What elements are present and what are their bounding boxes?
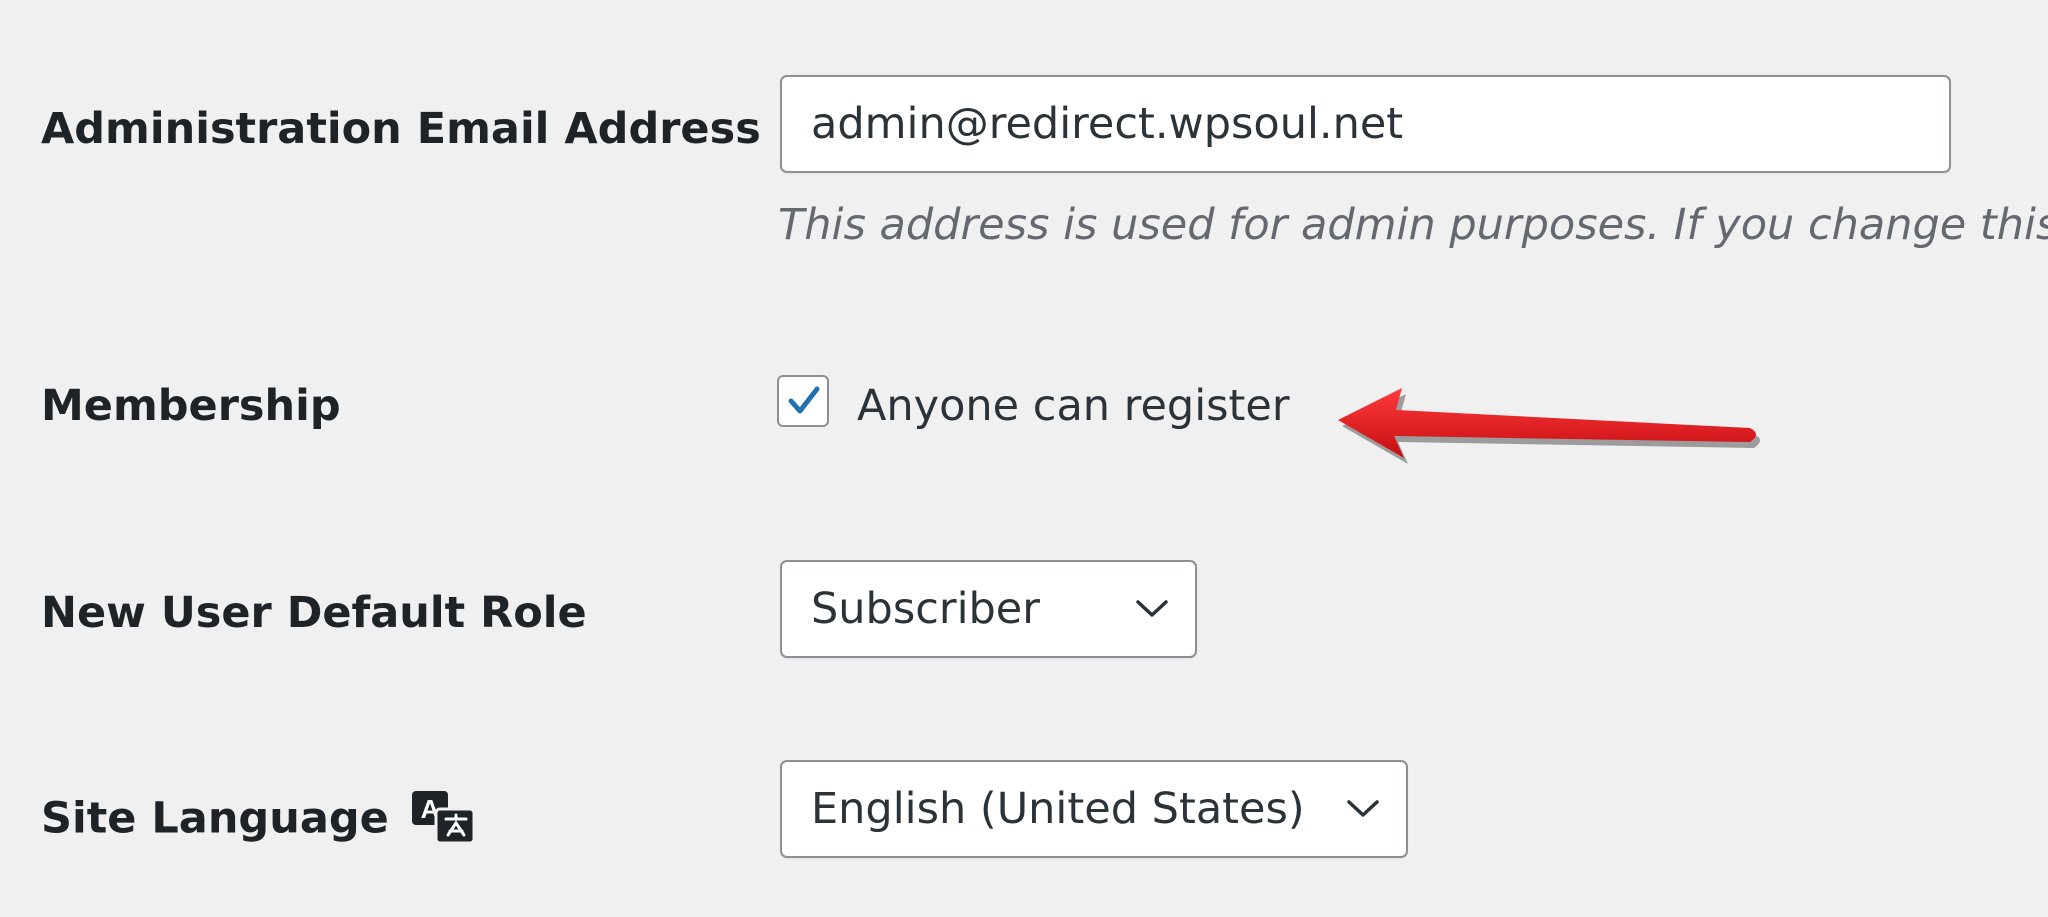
default-role-value: Subscriber	[811, 584, 1040, 634]
anyone-can-register-label[interactable]: Anyone can register	[857, 385, 1290, 428]
site-language-select[interactable]: English (United States)	[780, 760, 1408, 858]
admin-email-label: Administration Email Address	[41, 104, 761, 154]
checkmark-icon	[788, 386, 820, 414]
admin-email-input[interactable]: admin@redirect.wpsoul.net	[780, 75, 1951, 173]
translation-icon: A	[411, 791, 476, 845]
arrow-left-icon	[1338, 388, 1760, 464]
chevron-down-icon	[1136, 600, 1168, 617]
site-language-value: English (United States)	[811, 784, 1305, 834]
anyone-can-register-checkbox[interactable]	[777, 375, 829, 427]
admin-email-value: admin@redirect.wpsoul.net	[811, 99, 1404, 149]
admin-email-description: This address is used for admin purposes.…	[778, 200, 2048, 250]
site-language-label-text: Site Language	[41, 793, 389, 844]
default-role-label: New User Default Role	[41, 588, 587, 638]
site-language-label: Site Language A	[41, 791, 476, 849]
membership-label: Membership	[41, 381, 341, 431]
settings-page: Administration Email Address admin@redir…	[0, 0, 2048, 917]
chevron-down-icon	[1347, 800, 1379, 817]
default-role-select[interactable]: Subscriber	[780, 560, 1197, 658]
